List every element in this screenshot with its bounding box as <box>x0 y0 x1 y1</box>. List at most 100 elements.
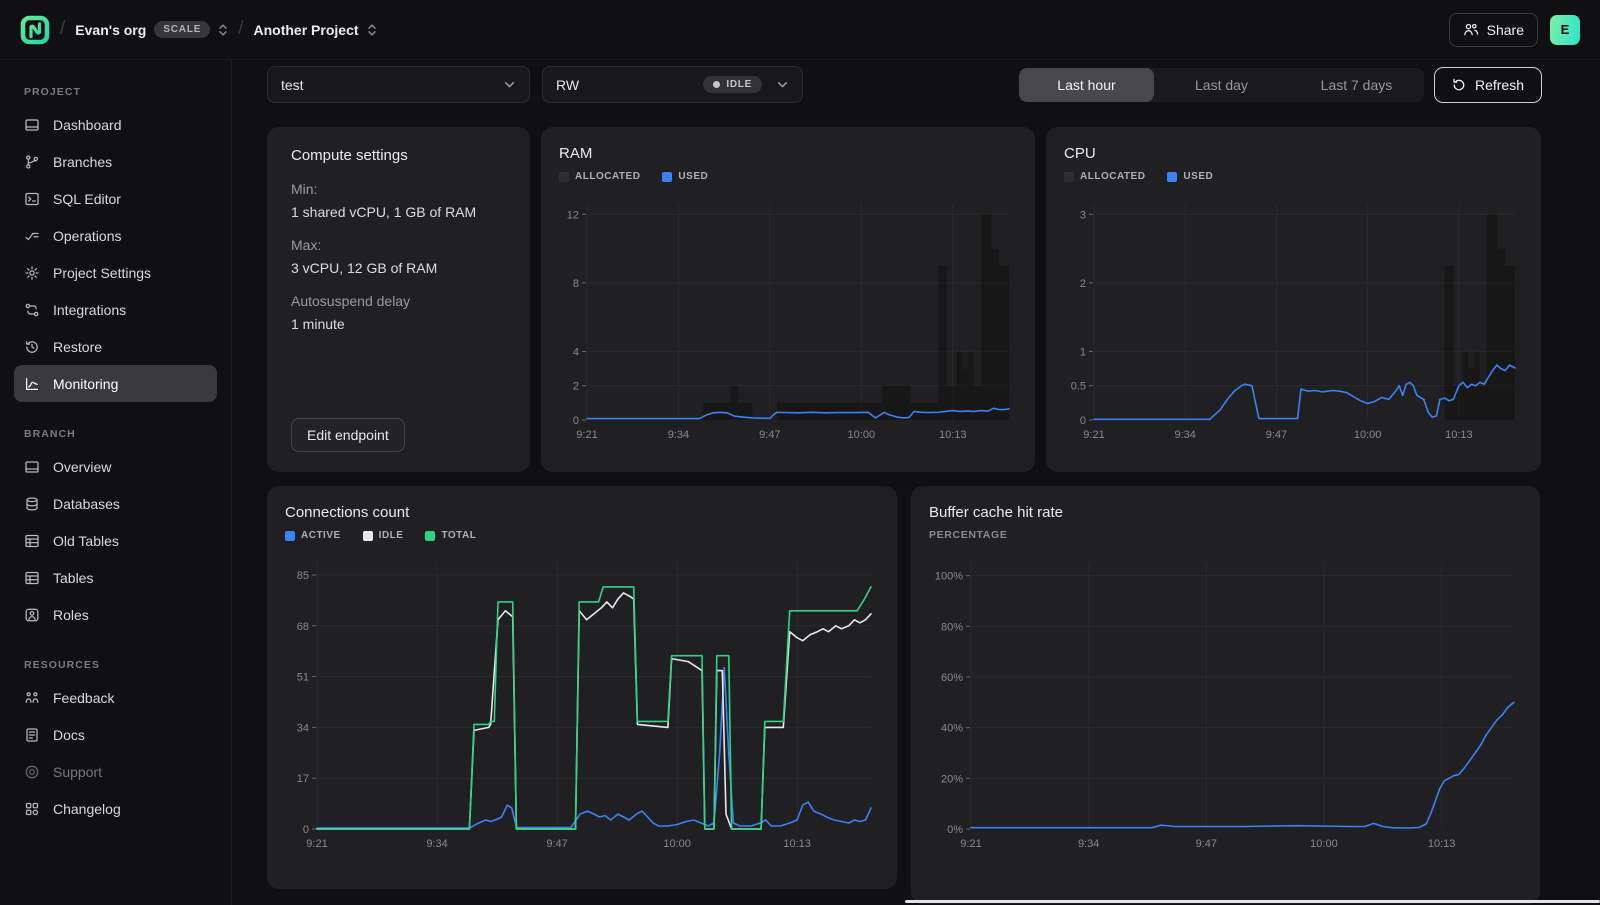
min-label: Min: <box>291 181 506 197</box>
table-grid-icon <box>24 533 40 549</box>
status-dot-icon <box>713 81 720 88</box>
tab-last-7-days[interactable]: Last 7 days <box>1289 68 1424 102</box>
user-avatar[interactable]: E <box>1550 15 1580 45</box>
database-icon <box>24 496 40 512</box>
chart-svg: 9:219:349:4710:0010:1300.5123 <box>1064 194 1523 444</box>
svg-text:9:47: 9:47 <box>546 838 567 850</box>
endpoint-status-badge: IDLE <box>703 76 762 93</box>
legend-item: TOTAL <box>425 530 476 541</box>
git-branch-icon <box>24 154 40 170</box>
share-button[interactable]: Share <box>1449 13 1538 47</box>
sidebar-item-branches[interactable]: Branches <box>14 143 217 180</box>
svg-text:9:47: 9:47 <box>759 429 780 441</box>
overview-icon <box>24 459 40 475</box>
sidebar-item-feedback[interactable]: Feedback <box>14 679 217 716</box>
sidebar-item-integrations[interactable]: Integrations <box>14 291 217 328</box>
sidebar-item-support[interactable]: Support <box>14 753 217 790</box>
compute-settings-card: Compute settings Min: 1 shared vCPU, 1 G… <box>267 127 530 472</box>
svg-text:9:34: 9:34 <box>1175 429 1196 441</box>
svg-text:51: 51 <box>297 672 309 684</box>
svg-text:34: 34 <box>297 722 309 734</box>
chart-svg: 9:219:349:4710:0010:130%20%40%60%80%100% <box>929 553 1522 853</box>
refresh-button[interactable]: Refresh <box>1434 67 1542 103</box>
changelog-grid-icon <box>24 801 40 817</box>
svg-text:10:13: 10:13 <box>939 429 967 441</box>
document-icon <box>24 727 40 743</box>
svg-text:0%: 0% <box>947 824 963 836</box>
sidebar-item-monitoring[interactable]: Monitoring <box>14 365 217 402</box>
sidebar-item-changelog[interactable]: Changelog <box>14 790 217 827</box>
sidebar-item-roles[interactable]: Roles <box>14 596 217 633</box>
cpu-chart-card: CPU ALLOCATEDUSED 9:219:349:4710:0010:13… <box>1046 127 1541 472</box>
ram-chart-card: RAM ALLOCATEDUSED 9:219:349:4710:0010:13… <box>541 127 1035 472</box>
svg-text:0: 0 <box>1080 415 1086 427</box>
svg-text:10:13: 10:13 <box>1445 429 1473 441</box>
sidebar-item-databases[interactable]: Databases <box>14 485 217 522</box>
legend-item: USED <box>662 171 708 182</box>
endpoint-select[interactable]: RW IDLE <box>542 66 803 103</box>
sidebar-item-overview[interactable]: Overview <box>14 448 217 485</box>
svg-text:8: 8 <box>573 278 579 290</box>
sidebar-item-docs[interactable]: Docs <box>14 716 217 753</box>
svg-text:9:21: 9:21 <box>306 838 327 850</box>
sidebar-item-tables[interactable]: Tables <box>14 559 217 596</box>
chevron-updown-icon <box>218 23 228 37</box>
people-icon <box>1463 22 1479 37</box>
endpoint-select-value: RW <box>556 77 579 93</box>
chevron-updown-icon <box>367 23 377 37</box>
branch-select[interactable]: test <box>267 66 530 103</box>
cpu-chart-title: CPU <box>1064 145 1523 162</box>
sidebar-item-project-settings[interactable]: Project Settings <box>14 254 217 291</box>
svg-text:0: 0 <box>573 415 579 427</box>
svg-text:0.5: 0.5 <box>1071 381 1086 393</box>
autosuspend-value: 1 minute <box>291 316 506 332</box>
sidebar-item-operations[interactable]: Operations <box>14 217 217 254</box>
chart-svg: 9:219:349:4710:0010:1301734516885 <box>285 553 879 853</box>
sidebar-item-dashboard[interactable]: Dashboard <box>14 106 217 143</box>
svg-text:9:21: 9:21 <box>576 429 597 441</box>
user-badge-icon <box>24 607 40 623</box>
svg-text:40%: 40% <box>941 723 963 735</box>
sidebar-item-old-tables[interactable]: Old Tables <box>14 522 217 559</box>
svg-text:9:34: 9:34 <box>1078 838 1099 850</box>
ram-chart-title: RAM <box>559 145 1017 162</box>
legend-swatch-icon <box>285 531 295 541</box>
max-label: Max: <box>291 237 506 253</box>
feedback-people-icon <box>24 690 40 706</box>
sidebar-item-sql-editor[interactable]: SQL Editor <box>14 180 217 217</box>
svg-text:10:00: 10:00 <box>1310 838 1338 850</box>
svg-text:17: 17 <box>297 773 309 785</box>
cpu-chart-legend: ALLOCATEDUSED <box>1064 171 1523 182</box>
org-switcher[interactable]: Evan's org SCALE <box>75 21 228 38</box>
sidebar: PROJECT Dashboard Branches SQL Editor Op… <box>0 60 232 905</box>
tab-last-hour[interactable]: Last hour <box>1019 68 1154 102</box>
edit-endpoint-button[interactable]: Edit endpoint <box>291 418 405 452</box>
org-name: Evan's org <box>75 22 146 38</box>
chevron-down-icon <box>776 78 789 91</box>
neon-logo[interactable] <box>20 15 50 45</box>
refresh-label: Refresh <box>1475 77 1524 93</box>
svg-text:2: 2 <box>1080 278 1086 290</box>
cpu-chart-plot: 9:219:349:4710:0010:1300.5123 <box>1064 194 1523 444</box>
svg-text:10:13: 10:13 <box>1428 838 1456 850</box>
svg-text:80%: 80% <box>941 621 963 633</box>
legend-swatch-icon <box>662 172 672 182</box>
dashboard-icon <box>24 117 40 133</box>
legend-swatch-icon <box>1064 172 1074 182</box>
svg-text:10:00: 10:00 <box>1354 429 1382 441</box>
top-header: / Evan's org SCALE / Another Project <box>0 0 1600 60</box>
horizontal-scrollbar[interactable] <box>905 900 1600 903</box>
project-switcher[interactable]: Another Project <box>254 22 377 38</box>
svg-text:9:21: 9:21 <box>1083 429 1104 441</box>
tab-last-day[interactable]: Last day <box>1154 68 1289 102</box>
svg-text:10:00: 10:00 <box>663 838 691 850</box>
max-value: 3 vCPU, 12 GB of RAM <box>291 260 506 276</box>
sql-editor-icon <box>24 191 40 207</box>
compute-settings-title: Compute settings <box>291 147 506 164</box>
plan-badge: SCALE <box>154 21 210 38</box>
legend-item: ALLOCATED <box>559 171 640 182</box>
legend-label: USED <box>678 171 708 182</box>
legend-swatch-icon <box>1167 172 1177 182</box>
chevron-down-icon <box>503 78 516 91</box>
sidebar-item-restore[interactable]: Restore <box>14 328 217 365</box>
